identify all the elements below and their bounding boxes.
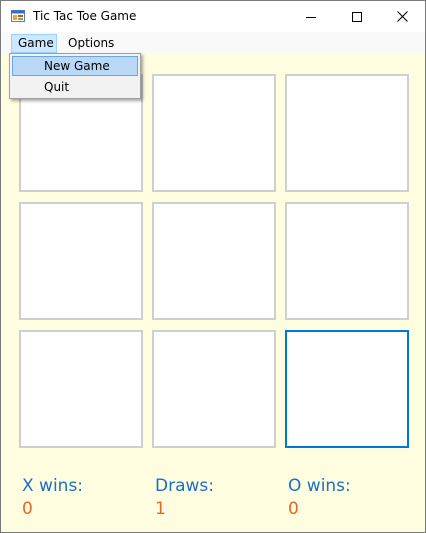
app-window: Tic Tac Toe Game Game Options X wins: 0 …: [0, 0, 426, 533]
draws-label: Draws:: [155, 476, 214, 496]
close-button[interactable]: [380, 1, 425, 32]
minimize-icon: [305, 16, 316, 18]
menu-bar: Game Options: [1, 32, 425, 54]
board-cell-5[interactable]: [152, 202, 276, 320]
board-cell-4[interactable]: [19, 202, 143, 320]
board-cell-7[interactable]: [19, 330, 143, 448]
menu-item-new-game[interactable]: New Game: [12, 56, 138, 76]
o-wins-label: O wins:: [288, 476, 351, 496]
app-icon: [11, 10, 25, 22]
draws-value: 1: [155, 499, 166, 519]
board-cell-3[interactable]: [285, 74, 409, 192]
game-area: X wins: 0 Draws: 1 O wins: 0: [1, 54, 425, 532]
x-wins-label: X wins:: [22, 476, 84, 496]
menu-options[interactable]: Options: [62, 34, 120, 53]
maximize-icon: [351, 11, 362, 22]
menu-game[interactable]: Game: [11, 34, 57, 53]
close-icon: [397, 11, 408, 22]
board-cell-9[interactable]: [285, 330, 409, 448]
minimize-button[interactable]: [288, 1, 333, 32]
menu-item-quit[interactable]: Quit: [12, 77, 138, 97]
board-cell-6[interactable]: [285, 202, 409, 320]
window-title: Tic Tac Toe Game: [33, 9, 137, 23]
board-cell-2[interactable]: [152, 74, 276, 192]
game-menu-dropdown: New Game Quit: [9, 53, 141, 99]
x-wins-value: 0: [22, 499, 33, 519]
title-bar[interactable]: Tic Tac Toe Game: [1, 1, 425, 32]
maximize-button[interactable]: [334, 1, 379, 32]
board-cell-8[interactable]: [152, 330, 276, 448]
o-wins-value: 0: [288, 499, 299, 519]
